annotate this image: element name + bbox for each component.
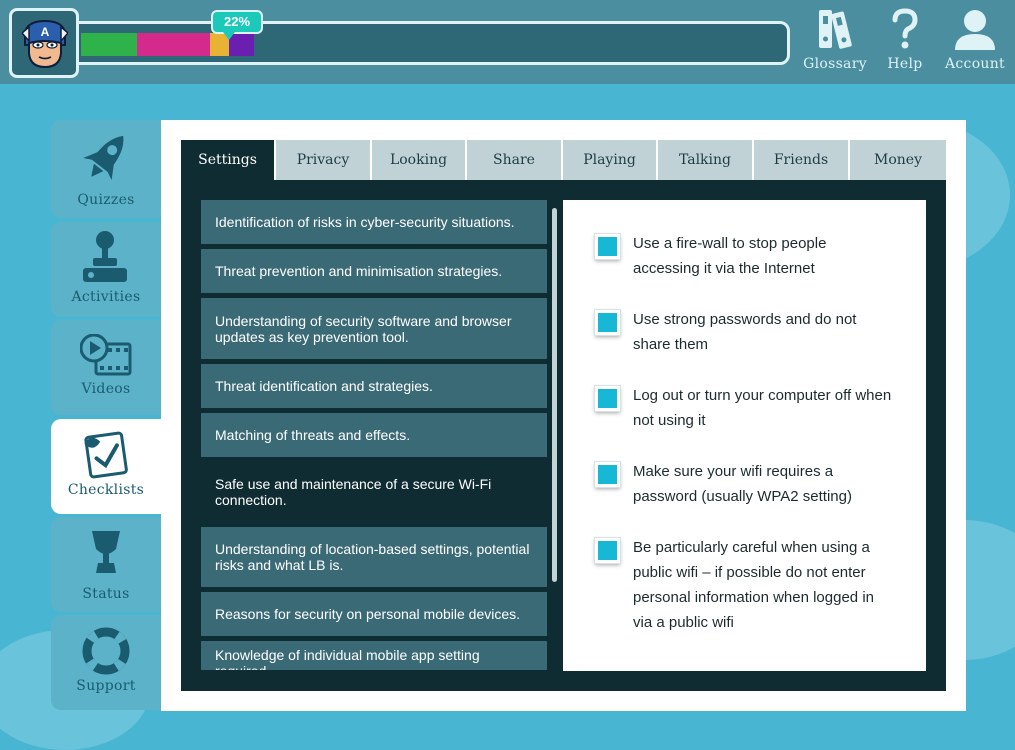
tab-looking[interactable]: Looking: [372, 140, 465, 180]
books-icon: [819, 10, 852, 49]
glossary-button[interactable]: Glossary: [800, 8, 870, 72]
progress-segment: [81, 33, 137, 56]
help-label: Help: [887, 56, 923, 72]
checklist-item-text: Make sure your wifi requires a password …: [633, 463, 852, 505]
checklist-checkbox[interactable]: [595, 462, 620, 487]
checklist-checkbox[interactable]: [595, 386, 620, 411]
checklist-item-text: Use strong passwords and do not share th…: [633, 311, 857, 353]
question-icon: [892, 8, 918, 49]
rocket-icon: [83, 135, 124, 181]
account-label: Account: [945, 56, 1005, 72]
topic-list-item[interactable]: Knowledge of individual mobile app setti…: [201, 641, 547, 670]
progress-percent-badge: 22%: [211, 10, 263, 40]
progress-bar: [76, 21, 790, 65]
sidebar-label-status: Status: [82, 586, 130, 602]
account-button[interactable]: Account: [940, 8, 1010, 72]
topic-list-item[interactable]: Reasons for security on personal mobile …: [201, 592, 547, 636]
topic-list-item[interactable]: Identification of risks in cyber-securit…: [201, 200, 547, 244]
topic-list-item[interactable]: Matching of threats and effects.: [201, 413, 547, 457]
checklist-icon: [84, 431, 128, 479]
avatar[interactable]: A: [9, 8, 79, 78]
trophy-icon: [92, 531, 120, 573]
sidebar-item-support[interactable]: Support: [51, 615, 161, 710]
checklist-item-text: Log out or turn your computer off when n…: [633, 387, 892, 429]
topic-list-item[interactable]: Threat identification and strategies.: [201, 364, 547, 408]
sidebar-label-videos: Videos: [81, 381, 131, 397]
checklist-detail: Use a fire-wall to stop people accessing…: [563, 200, 926, 671]
checklist-item: Use strong passwords and do not share th…: [595, 307, 885, 357]
tab-friends[interactable]: Friends: [754, 140, 848, 180]
tab-playing[interactable]: Playing: [563, 140, 656, 180]
sidebar-label-checklists: Checklists: [67, 482, 145, 498]
sidebar-label-quizzes: Quizzes: [77, 192, 135, 208]
lifebuoy-icon: [82, 627, 130, 675]
sidebar-label-support: Support: [76, 678, 136, 694]
topic-list-item[interactable]: Understanding of location-based settings…: [201, 527, 547, 587]
checklist-item: Be particularly careful when using a pub…: [595, 535, 885, 635]
progress-segment: [137, 33, 210, 56]
checklist-checkbox[interactable]: [595, 538, 620, 563]
checklist-item: Make sure your wifi requires a password …: [595, 459, 865, 509]
checklist-panel: Settings Privacy Looking Share Playing T…: [161, 120, 966, 711]
checklist-item-text: Use a fire-wall to stop people accessing…: [633, 235, 827, 277]
category-tabs: Settings Privacy Looking Share Playing T…: [181, 140, 946, 180]
sidebar-item-activities[interactable]: Activities: [51, 222, 161, 317]
tab-money[interactable]: Money: [850, 140, 946, 180]
tab-privacy[interactable]: Privacy: [276, 140, 370, 180]
tab-settings[interactable]: Settings: [181, 140, 274, 180]
sidebar-item-videos[interactable]: Videos: [51, 320, 161, 415]
tab-content: Identification of risks in cyber-securit…: [181, 180, 946, 691]
captain-america-avatar-icon: A: [22, 19, 68, 69]
help-button[interactable]: Help: [870, 8, 940, 72]
topic-list: Identification of risks in cyber-securit…: [201, 200, 547, 670]
sidebar-label-activities: Activities: [71, 289, 141, 305]
topic-list-item-selected[interactable]: Safe use and maintenance of a secure Wi-…: [201, 462, 547, 522]
checklist-checkbox[interactable]: [595, 234, 620, 259]
topic-list-item[interactable]: Threat prevention and minimisation strat…: [201, 249, 547, 293]
topic-list-scrollbar[interactable]: [552, 208, 557, 582]
video-icon: [80, 334, 132, 376]
checklist-item-text: Be particularly careful when using a pub…: [633, 539, 874, 631]
checklist-checkbox[interactable]: [595, 310, 620, 335]
user-icon: [955, 10, 995, 50]
svg-text:A: A: [41, 25, 50, 39]
sidebar-item-status[interactable]: Status: [51, 517, 161, 612]
joystick-icon: [83, 231, 127, 282]
checklist-item: Log out or turn your computer off when n…: [595, 383, 895, 433]
tab-talking[interactable]: Talking: [658, 140, 752, 180]
sidebar-item-quizzes[interactable]: Quizzes: [51, 120, 161, 218]
tab-share[interactable]: Share: [467, 140, 561, 180]
glossary-label: Glossary: [803, 56, 867, 72]
topic-list-item[interactable]: Understanding of security software and b…: [201, 298, 547, 359]
sidebar-item-checklists[interactable]: Checklists: [51, 419, 161, 514]
checklist-item: Use a fire-wall to stop people accessing…: [595, 231, 885, 281]
